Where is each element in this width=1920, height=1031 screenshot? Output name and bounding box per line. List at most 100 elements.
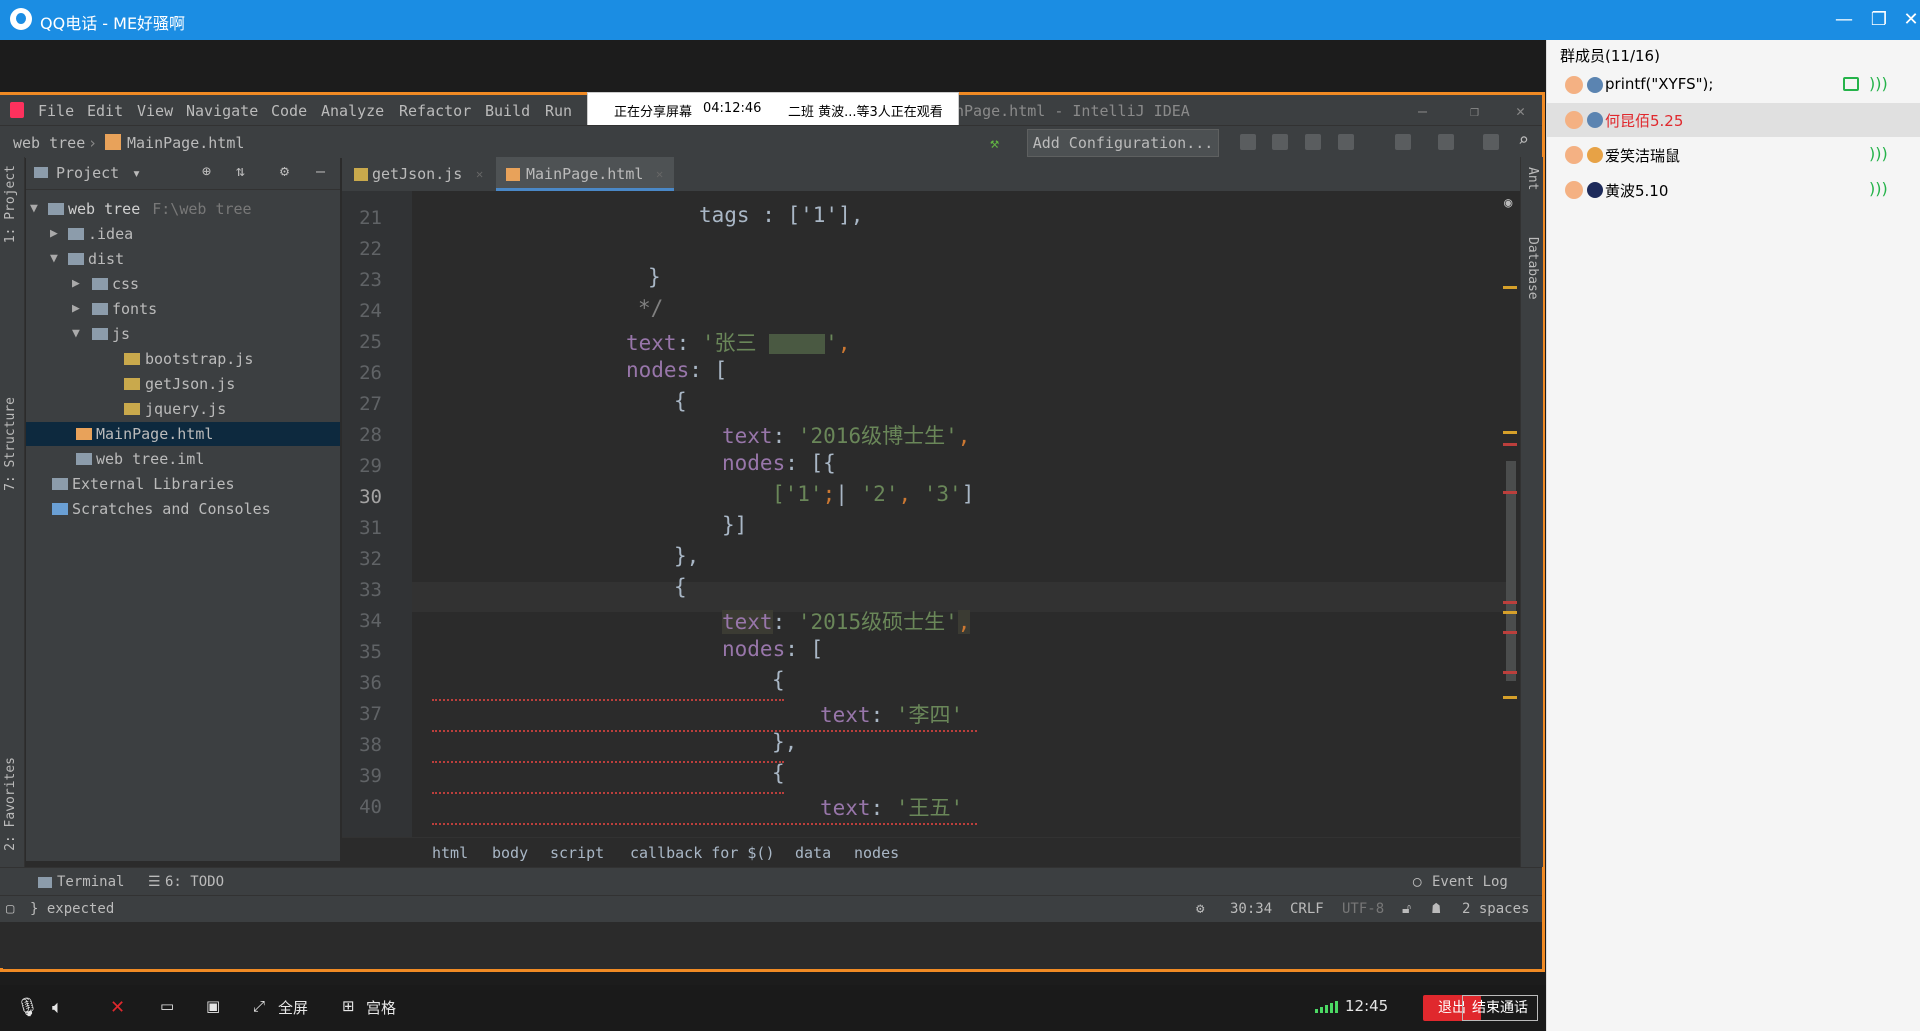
- grid-icon[interactable]: ⊞: [342, 997, 355, 1015]
- menu-file[interactable]: File: [38, 102, 74, 120]
- warning-marker[interactable]: [1503, 286, 1517, 289]
- tree-item-external-libraries[interactable]: External Libraries: [26, 472, 340, 496]
- indent-setting[interactable]: 2 spaces: [1462, 901, 1529, 917]
- chat-icon[interactable]: ▣: [206, 997, 220, 1015]
- collapse-all-icon[interactable]: ⇅: [236, 162, 245, 180]
- ide-restore-icon[interactable]: ❐: [1470, 102, 1479, 120]
- tab-mainpage[interactable]: MainPage.html ✕: [496, 157, 674, 191]
- chevron-down-icon[interactable]: ▾: [132, 164, 141, 182]
- fullscreen-icon[interactable]: ⤢: [253, 997, 265, 1015]
- warning-marker[interactable]: [1503, 696, 1517, 699]
- expanded-icon[interactable]: ▼: [72, 322, 80, 346]
- warning-marker[interactable]: [1503, 611, 1517, 614]
- error-marker[interactable]: [1503, 601, 1517, 604]
- layout-icon[interactable]: [1483, 134, 1499, 150]
- error-marker[interactable]: [1503, 491, 1517, 494]
- tree-item-fonts[interactable]: ▶ fonts: [26, 297, 340, 321]
- locate-icon[interactable]: ⊕: [202, 162, 211, 180]
- menu-edit[interactable]: Edit: [87, 102, 123, 120]
- collapsed-icon[interactable]: ▶: [72, 272, 80, 296]
- tool-project[interactable]: 1: Project: [3, 165, 18, 243]
- menu-view[interactable]: View: [137, 102, 173, 120]
- menu-run[interactable]: Run: [545, 102, 572, 120]
- menu-analyze[interactable]: Analyze: [321, 102, 384, 120]
- code-editor[interactable]: 21 22 23 24 25 26 27 28 29 30 31 32 33 3…: [342, 191, 1520, 837]
- project-structure-icon[interactable]: [1438, 134, 1454, 150]
- member-item[interactable]: 爱笑洁瑞鼠 ))): [1547, 138, 1920, 172]
- tree-item-js[interactable]: ▼ js: [26, 322, 340, 346]
- crumb-body[interactable]: body: [492, 844, 528, 862]
- todo-button[interactable]: 6: TODO: [165, 874, 224, 890]
- tab-getjson[interactable]: getJson.js ✕: [350, 157, 490, 191]
- coverage-icon[interactable]: [1305, 134, 1321, 150]
- member-item[interactable]: printf("XYFS"); ))): [1547, 68, 1920, 102]
- crumb-callback[interactable]: callback for $(): [630, 844, 775, 862]
- error-marker[interactable]: [1503, 443, 1517, 446]
- tree-item-root[interactable]: ▼ web tree F:\web tree: [26, 197, 340, 221]
- tree-item-iml[interactable]: web tree.iml: [26, 447, 340, 471]
- settings-icon[interactable]: ⚙: [1196, 901, 1204, 917]
- tree-item-bootstrap[interactable]: bootstrap.js: [26, 347, 340, 371]
- end-call-button[interactable]: 结束通话: [1462, 995, 1538, 1021]
- crumb-script[interactable]: script: [550, 844, 604, 862]
- menu-code[interactable]: Code: [271, 102, 307, 120]
- ide-close-icon[interactable]: ✕: [1516, 102, 1525, 120]
- tree-item-scratches[interactable]: Scratches and Consoles: [26, 497, 340, 521]
- menu-navigate[interactable]: Navigate: [186, 102, 258, 120]
- search-icon[interactable]: ⌕: [1518, 130, 1529, 151]
- crumb-data[interactable]: data: [795, 844, 831, 862]
- error-marker[interactable]: [1503, 631, 1517, 634]
- tool-structure[interactable]: 7: Structure: [3, 397, 18, 491]
- tree-item-dist[interactable]: ▼ dist: [26, 247, 340, 271]
- run-icon[interactable]: [1240, 134, 1256, 150]
- file-encoding[interactable]: UTF-8: [1342, 901, 1384, 917]
- tree-item-mainpage[interactable]: MainPage.html: [26, 422, 340, 446]
- tool-database[interactable]: Database: [1525, 237, 1540, 300]
- ide-minimize-icon[interactable]: —: [1418, 102, 1427, 120]
- member-item[interactable]: 黄波5.10 ))): [1547, 173, 1920, 207]
- expanded-icon[interactable]: ▼: [50, 247, 58, 271]
- scrollbar-thumb[interactable]: [1506, 461, 1516, 681]
- nav-file[interactable]: MainPage.html: [127, 134, 244, 152]
- tree-item-getjson[interactable]: getJson.js: [26, 372, 340, 396]
- panel-toggle-icon[interactable]: ▢: [6, 901, 14, 917]
- tab-close-icon[interactable]: ✕: [656, 157, 663, 191]
- microphone-icon[interactable]: 🎙︎: [16, 997, 39, 1018]
- tree-item-css[interactable]: ▶ css: [26, 272, 340, 296]
- share-screen-icon[interactable]: ▭: [160, 997, 174, 1015]
- tool-ant[interactable]: Ant: [1525, 167, 1540, 190]
- caret-position[interactable]: 30:34: [1230, 901, 1272, 917]
- tree-item-jquery[interactable]: jquery.js: [26, 397, 340, 421]
- grid-button[interactable]: 宫格: [366, 997, 396, 1018]
- debug-icon[interactable]: [1272, 134, 1288, 150]
- line-separator[interactable]: CRLF: [1290, 901, 1324, 917]
- speaker-icon[interactable]: 🔈︎: [52, 997, 63, 1018]
- tab-close-icon[interactable]: ✕: [476, 157, 483, 191]
- menu-build[interactable]: Build: [485, 102, 530, 120]
- crumb-nodes[interactable]: nodes: [854, 844, 899, 862]
- member-item[interactable]: 何昆佰5.25: [1547, 103, 1920, 137]
- menu-refactor[interactable]: Refactor: [399, 102, 471, 120]
- hide-panel-icon[interactable]: —: [316, 162, 325, 180]
- inspector-icon[interactable]: ☗: [1432, 901, 1440, 917]
- project-view-selector[interactable]: Project: [56, 164, 119, 182]
- nav-project[interactable]: web tree: [13, 134, 85, 152]
- close-icon[interactable]: ✕: [1896, 6, 1920, 34]
- minimize-icon[interactable]: —: [1829, 6, 1859, 34]
- camera-off-icon[interactable]: ✕: [110, 997, 125, 1018]
- fullscreen-button[interactable]: 全屏: [278, 997, 308, 1018]
- restore-icon[interactable]: ❐: [1864, 6, 1894, 34]
- error-marker[interactable]: [1503, 671, 1517, 674]
- gear-icon[interactable]: ⚙: [280, 162, 289, 180]
- collapsed-icon[interactable]: ▶: [72, 297, 80, 321]
- lock-icon[interactable]: 🔓︎: [1402, 901, 1411, 917]
- crumb-html[interactable]: html: [432, 844, 468, 862]
- collapsed-icon[interactable]: ▶: [50, 222, 58, 246]
- add-configuration-button[interactable]: Add Configuration...: [1027, 129, 1219, 157]
- warning-marker[interactable]: [1503, 431, 1517, 434]
- tree-item-idea[interactable]: ▶ .idea: [26, 222, 340, 246]
- tool-favorites[interactable]: 2: Favorites: [3, 757, 18, 851]
- profile-icon[interactable]: [1338, 134, 1354, 150]
- expanded-icon[interactable]: ▼: [30, 197, 38, 221]
- eye-icon[interactable]: ◉: [1504, 195, 1512, 211]
